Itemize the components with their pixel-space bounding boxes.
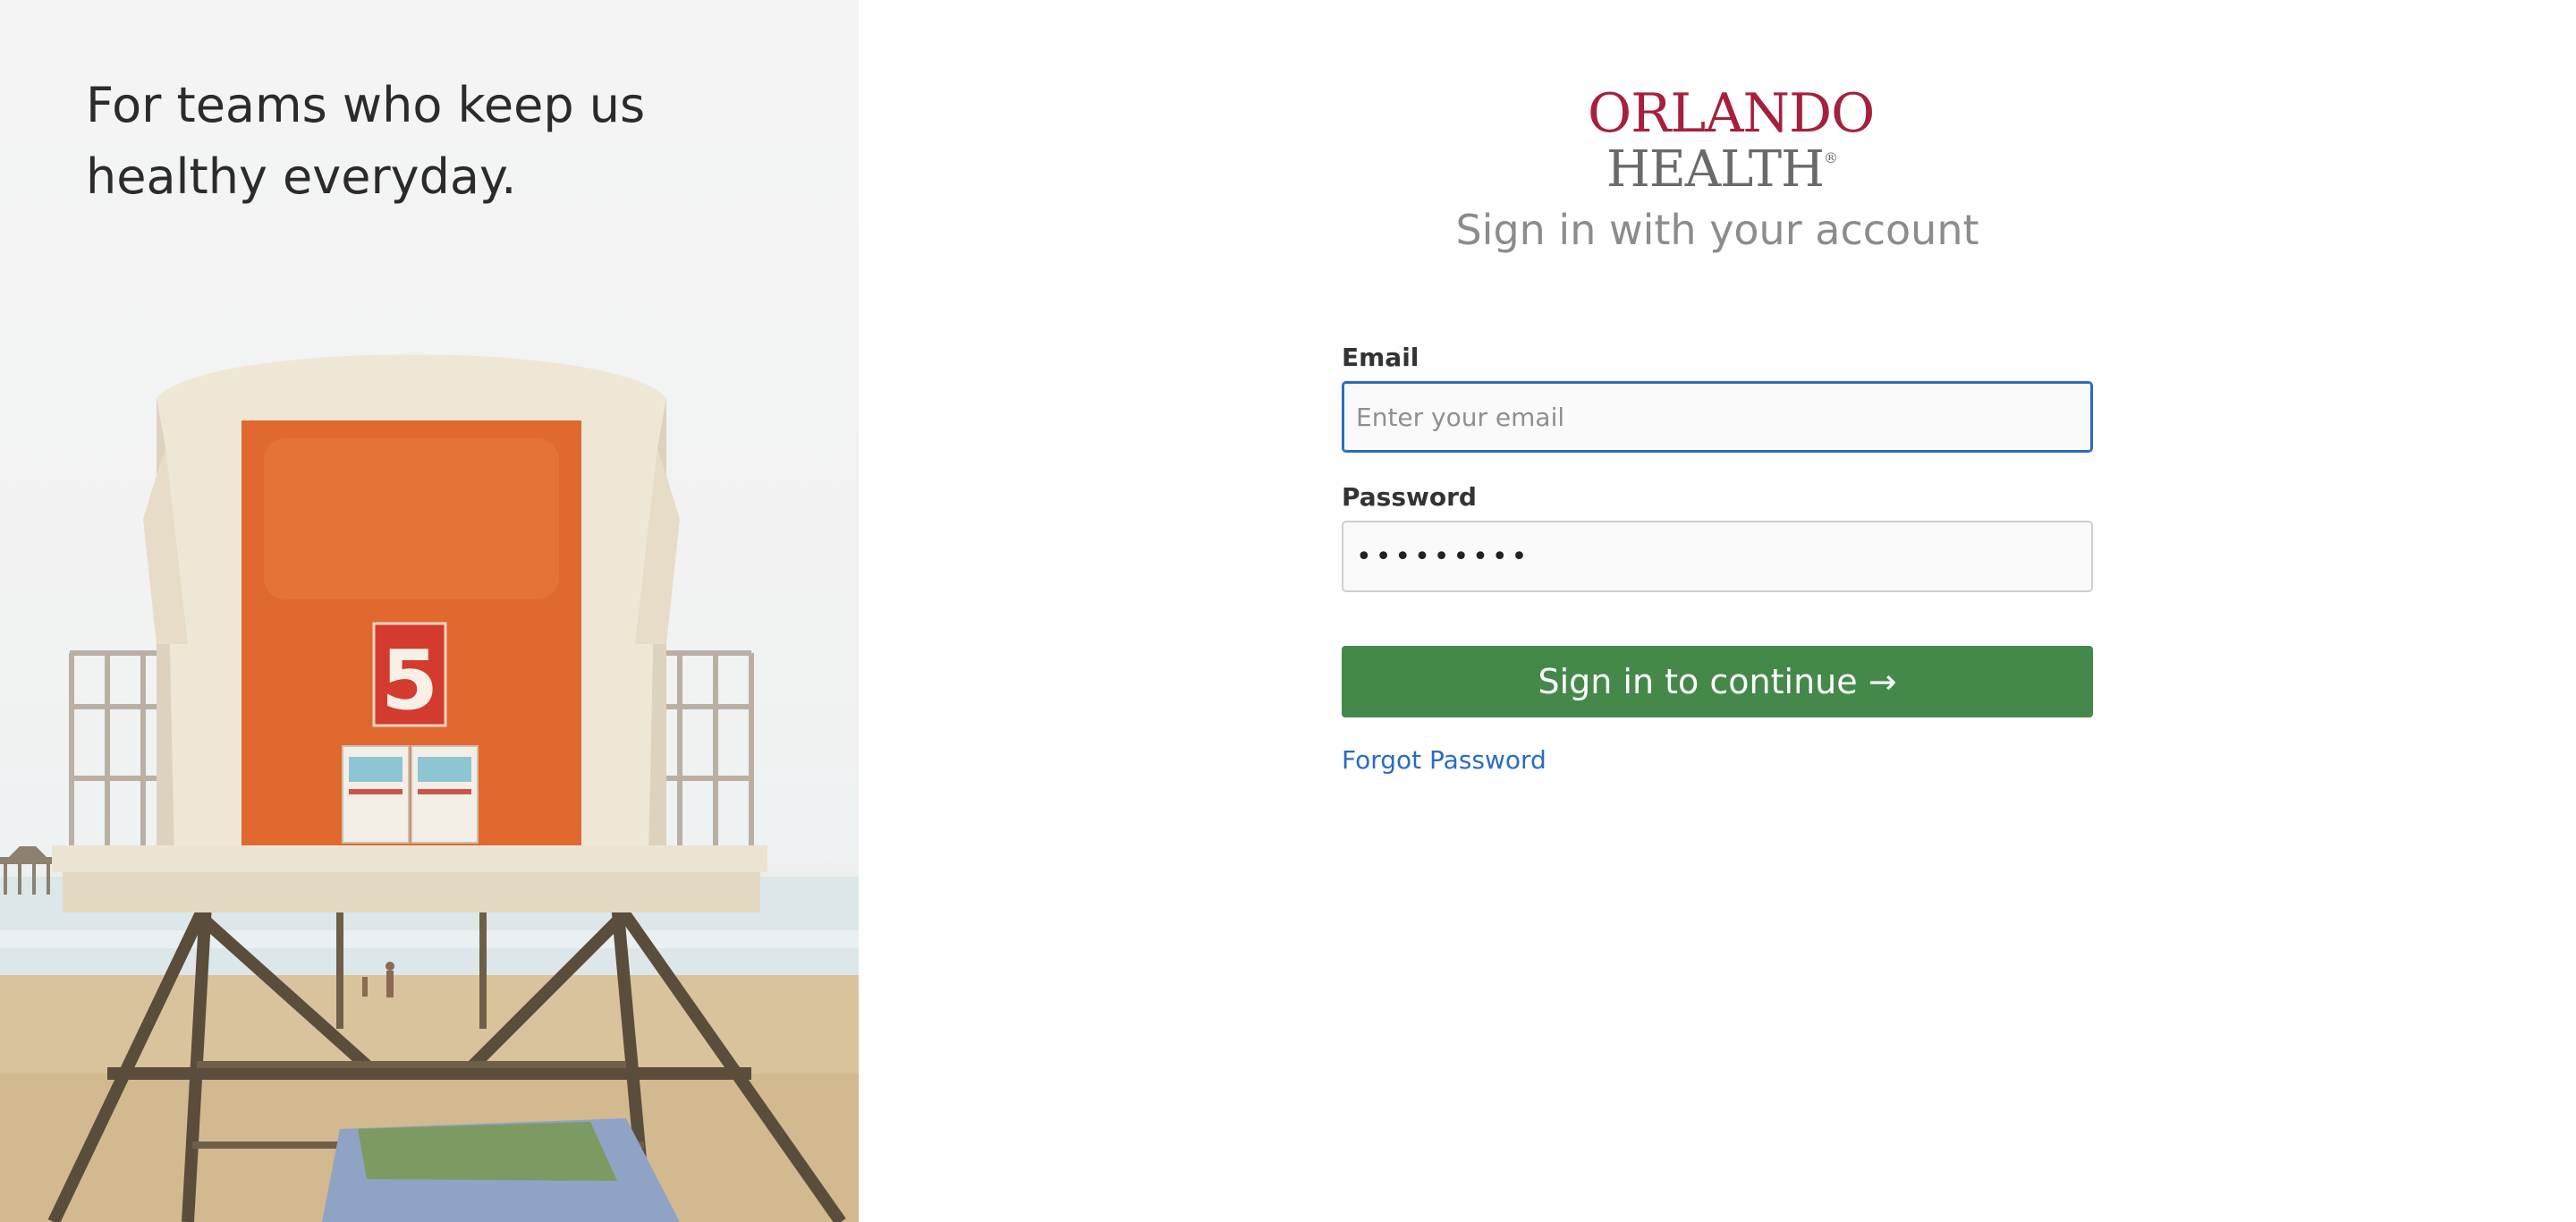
password-field-group: Password	[1342, 481, 2093, 621]
signin-form: Email Password	[1342, 342, 2093, 621]
hero-tagline: For teams who keep us healthy everyday.	[86, 77, 646, 205]
forgot-password-link[interactable]: Forgot Password	[1342, 744, 1546, 776]
signin-heading: Sign in with your account	[1455, 206, 1979, 254]
beachgoer	[386, 971, 394, 997]
registered-mark: ®	[1823, 149, 1838, 166]
signin-panel: ORLANDO HEALTH® Sign in with your accoun…	[859, 0, 2576, 1222]
password-label: Password	[1342, 482, 1477, 512]
email-label: Email	[1342, 343, 1419, 372]
tower-deck	[52, 845, 767, 872]
hero-panel: 5 For teams who keep us healthy everyday…	[0, 0, 859, 1222]
email-field[interactable]	[1342, 381, 2093, 453]
logo-health-text: HEALTH	[1606, 140, 1825, 199]
password-field[interactable]	[1342, 521, 2093, 592]
email-field-group: Email	[1342, 342, 2093, 481]
logo-line-health: HEALTH®	[1588, 132, 1856, 196]
sign-in-button[interactable]: Sign in to continue →	[1342, 646, 2093, 717]
tower-number: 5	[381, 632, 438, 728]
orlando-health-logo: ORLANDO HEALTH®	[1588, 86, 1875, 196]
